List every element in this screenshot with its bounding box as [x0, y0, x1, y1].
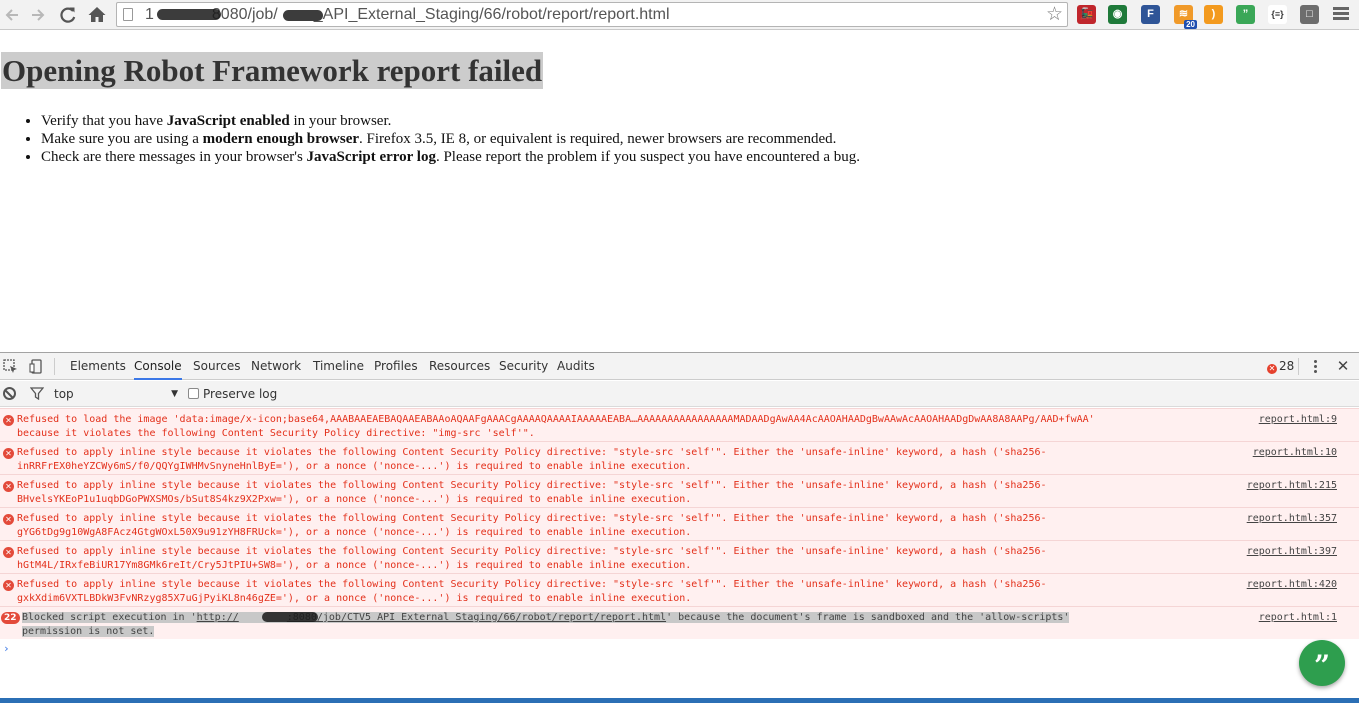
help-item: Verify that you have JavaScript enabled …	[41, 112, 860, 130]
console-prompt[interactable]: ›	[3, 642, 10, 655]
tab-profiles[interactable]: Profiles	[374, 353, 418, 380]
checkbox-box[interactable]	[188, 388, 199, 399]
redaction-scribble	[283, 10, 323, 21]
message-text: Refused to apply inline style because it…	[17, 480, 1047, 505]
redaction-scribble	[157, 9, 221, 20]
forward-arrow-icon	[32, 9, 45, 21]
tab-sources[interactable]: Sources	[193, 353, 240, 380]
reload-button[interactable]	[57, 4, 79, 26]
tab-network[interactable]: Network	[251, 353, 301, 380]
back-arrow-icon	[5, 9, 18, 21]
console-message: ✕ Refused to apply inline style because i…	[0, 507, 1359, 540]
chevron-down-icon: ▼	[171, 389, 178, 399]
help-item: Make sure you are using a modern enough …	[41, 130, 860, 148]
url-text[interactable]: 1 8080/job/_API_External_Staging/66/robot…	[145, 6, 670, 24]
error-icon: ✕	[3, 547, 14, 558]
preserve-log-checkbox[interactable]: Preserve log	[188, 386, 277, 402]
tab-timeline[interactable]: Timeline	[313, 353, 364, 380]
json-ext-icon[interactable]: {≡}	[1268, 5, 1287, 24]
browser-toolbar: 1 8080/job/_API_External_Staging/66/robot…	[0, 0, 1359, 30]
console-message: ✕ Refused to apply inline style because i…	[0, 540, 1359, 573]
console-message-blocked: 22 Blocked script execution in 'http://:…	[0, 606, 1359, 639]
extension-badge: 20	[1184, 20, 1197, 29]
source-link[interactable]: report.html:420	[1247, 578, 1337, 592]
help-item: Check are there messages in your browser…	[41, 148, 860, 166]
source-link[interactable]: report.html:357	[1247, 512, 1337, 526]
home-icon	[88, 7, 106, 22]
tab-audits[interactable]: Audits	[557, 353, 595, 380]
back-button[interactable]	[1, 4, 23, 26]
error-icon: ✕	[3, 448, 14, 459]
source-link[interactable]: report.html:215	[1247, 479, 1337, 493]
toolbar-separator	[1298, 358, 1299, 375]
console-message: ✕ Refused to apply inline style because i…	[0, 573, 1359, 606]
error-icon: ✕	[3, 415, 14, 426]
page-title: Opening Robot Framework report failed	[1, 52, 544, 89]
page-icon	[123, 8, 133, 21]
devtools-panel: Elements Console Sources Network Timelin…	[0, 352, 1359, 703]
hangouts-ext-icon[interactable]: ”	[1236, 5, 1255, 24]
error-icon: ✕	[1267, 364, 1277, 374]
tab-security[interactable]: Security	[499, 353, 548, 380]
tab-resources[interactable]: Resources	[429, 353, 490, 380]
console-messages: ✕ Refused to load the image 'data:image/x…	[0, 408, 1359, 639]
error-icon: ✕	[3, 481, 14, 492]
console-message: ✕ Refused to apply inline style because i…	[0, 441, 1359, 474]
source-link[interactable]: report.html:397	[1247, 545, 1337, 559]
chrome-menu-icon[interactable]	[1333, 5, 1349, 25]
help-list: Verify that you have JavaScript enabled …	[41, 112, 860, 166]
message-text: Refused to apply inline style because it…	[17, 447, 1047, 472]
console-filterbar: top ▼ Preserve log	[0, 381, 1359, 407]
console-message: ✕ Refused to load the image 'data:image/x…	[0, 408, 1359, 441]
tab-elements[interactable]: Elements	[70, 353, 126, 380]
source-link[interactable]: report.html:9	[1259, 413, 1337, 427]
evernote-ext-icon[interactable]: ◉	[1108, 5, 1127, 24]
message-text: Refused to apply inline style because it…	[17, 579, 1047, 604]
error-counter[interactable]: ✕ 28	[1267, 353, 1294, 380]
rss-ext-icon[interactable]: )	[1204, 5, 1223, 24]
address-bar[interactable]: 1 8080/job/_API_External_Staging/66/robot…	[116, 2, 1068, 27]
message-text: Refused to apply inline style because it…	[17, 513, 1047, 538]
bookmark-star-icon[interactable]: ☆	[1046, 3, 1063, 26]
feedly-ext-icon[interactable]: F	[1141, 5, 1160, 24]
rss-badge-ext-icon[interactable]: ≋ 20	[1174, 5, 1197, 29]
error-icon: ✕	[3, 514, 14, 525]
inspect-element-icon[interactable]	[3, 359, 18, 374]
more-options-icon[interactable]	[1309, 359, 1321, 375]
source-link[interactable]: report.html:10	[1253, 446, 1337, 460]
filter-icon[interactable]	[29, 387, 45, 401]
toolbar-separator	[54, 358, 55, 375]
tab-console[interactable]: Console	[134, 353, 182, 380]
forward-button[interactable]	[27, 4, 49, 26]
error-icon: ✕	[3, 580, 14, 591]
repeat-count-badge: 22	[1, 612, 20, 624]
message-text: Blocked script execution in 'http://:808…	[22, 612, 1070, 637]
home-button[interactable]	[86, 4, 108, 26]
hangouts-fab-button[interactable]: ”	[1299, 640, 1345, 686]
context-select[interactable]: top ▼	[54, 386, 178, 402]
window-ext-icon[interactable]: □	[1300, 5, 1319, 24]
reload-icon	[60, 7, 76, 23]
os-taskbar	[0, 698, 1359, 703]
redaction-scribble	[262, 612, 318, 622]
source-link[interactable]: report.html:1	[1259, 611, 1337, 625]
message-text: Refused to load the image 'data:image/x-…	[17, 414, 1095, 439]
message-text: Refused to apply inline style because it…	[17, 546, 1047, 571]
device-mode-icon[interactable]	[29, 359, 44, 374]
clear-console-icon[interactable]	[3, 387, 16, 400]
console-message: ✕ Refused to apply inline style because i…	[0, 474, 1359, 507]
devtools-tabbar: Elements Console Sources Network Timelin…	[0, 353, 1359, 380]
train-ext-icon[interactable]: 🚂	[1077, 5, 1096, 24]
close-devtools-icon[interactable]: ✕	[1334, 353, 1352, 380]
